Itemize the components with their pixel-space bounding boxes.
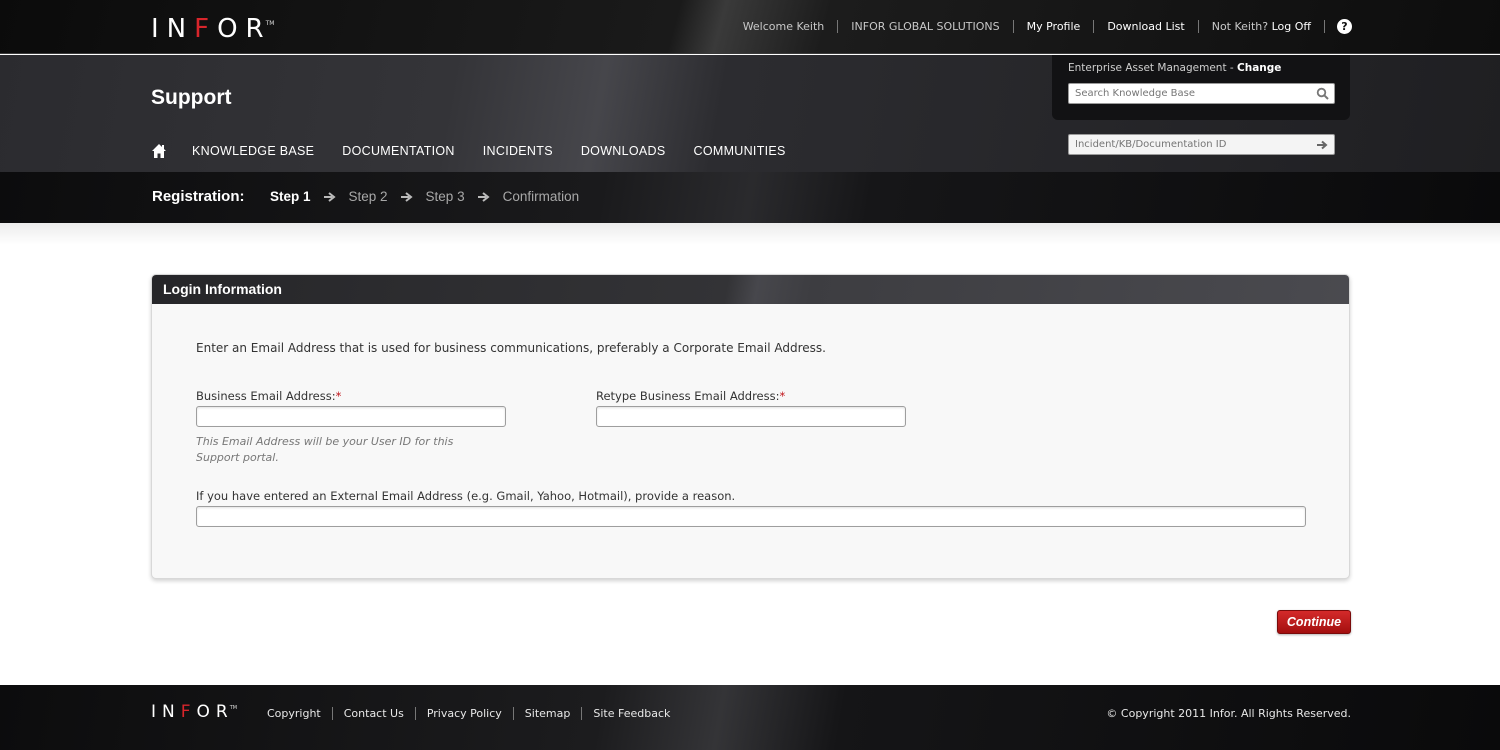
reason-field[interactable] <box>196 506 1306 527</box>
retype-email-label: Retype Business Email Address:* <box>596 389 785 403</box>
step-indicator: Step 1 Step 2 Step 3 Confirmation <box>270 189 579 204</box>
panel-header <box>152 275 1349 304</box>
nav-incidents[interactable]: INCIDENTS <box>483 144 553 158</box>
log-off-group: Not Keith? Log Off <box>1199 19 1325 33</box>
help-icon[interactable]: ? <box>1337 18 1352 34</box>
footer-link-sitemap[interactable]: Sitemap <box>514 707 583 720</box>
step-2: Step 2 <box>348 189 388 204</box>
logo-text-prefix: IN <box>151 14 195 44</box>
product-name: Enterprise Asset Management <box>1068 62 1227 74</box>
product-separator: - <box>1226 62 1238 74</box>
continue-button[interactable]: Continue <box>1277 610 1351 634</box>
email-hint: This Email Address will be your User ID … <box>196 435 454 464</box>
company-link[interactable]: INFOR GLOBAL SOLUTIONS <box>838 19 1014 33</box>
panel-title: Login Information <box>163 281 282 297</box>
trademark-mark: TM <box>229 705 238 711</box>
download-list-link[interactable]: Download List <box>1094 19 1199 33</box>
footer-links: Copyright Contact Us Privacy Policy Site… <box>256 707 681 720</box>
footer-link-copyright[interactable]: Copyright <box>256 707 333 720</box>
nav-documentation[interactable]: DOCUMENTATION <box>342 144 454 158</box>
reason-label: If you have entered an External Email Ad… <box>196 489 736 503</box>
product-selector: Enterprise Asset Management - Change <box>1068 62 1281 74</box>
home-icon[interactable] <box>151 143 167 159</box>
search-icon[interactable] <box>1316 86 1330 100</box>
not-user-text: Not Keith? <box>1211 19 1269 33</box>
page-title: Support <box>151 86 232 109</box>
log-off-link[interactable]: Log Off <box>1272 20 1311 33</box>
arrow-right-icon <box>477 191 490 202</box>
header: Support KNOWLEDGE BASE DOCUMENTATION INC… <box>0 55 1500 172</box>
logo-text-accent: F <box>194 14 218 44</box>
intro-text: Enter an Email Address that is used for … <box>196 341 826 355</box>
required-marker: * <box>335 389 342 403</box>
copyright-text: © Copyright 2011 Infor. All Rights Reser… <box>1106 707 1351 720</box>
retype-email-field[interactable] <box>596 406 906 427</box>
change-product-link[interactable]: Change <box>1237 62 1281 74</box>
top-bar: INFOR TM Welcome Keith INFOR GLOBAL SOLU… <box>0 0 1500 54</box>
required-marker: * <box>779 389 786 403</box>
kb-search-input[interactable] <box>1068 83 1335 104</box>
email-label: Business Email Address:* <box>196 389 341 403</box>
arrow-right-icon[interactable] <box>1315 137 1329 151</box>
trademark-mark: TM <box>265 20 275 27</box>
welcome-text: Welcome Keith <box>730 19 839 33</box>
infor-logo[interactable]: INFOR TM <box>151 14 274 44</box>
email-label-text: Business Email Address: <box>196 389 336 403</box>
footer-logo[interactable]: INFOR TM <box>151 702 237 722</box>
logo-text-prefix: IN <box>151 702 181 722</box>
step-3: Step 3 <box>425 189 465 204</box>
footer: INFOR TM Copyright Contact Us Privacy Po… <box>0 685 1500 750</box>
main-nav: KNOWLEDGE BASE DOCUMENTATION INCIDENTS D… <box>151 143 814 159</box>
email-field[interactable] <box>196 406 506 427</box>
registration-bar: Registration: Step 1 Step 2 Step 3 Confi… <box>0 172 1500 223</box>
footer-link-contact-us[interactable]: Contact Us <box>333 707 416 720</box>
retype-email-label-text: Retype Business Email Address: <box>596 389 780 403</box>
user-nav: Welcome Keith INFOR GLOBAL SOLUTIONS My … <box>730 17 1352 35</box>
nav-communities[interactable]: COMMUNITIES <box>694 144 786 158</box>
step-confirmation: Confirmation <box>502 189 580 204</box>
id-search-input[interactable] <box>1068 134 1335 155</box>
arrow-right-icon <box>323 191 336 202</box>
footer-link-site-feedback[interactable]: Site Feedback <box>582 707 681 720</box>
logo-text-suffix: OR <box>196 702 234 722</box>
search-panel: Enterprise Asset Management - Change <box>1052 55 1350 120</box>
login-information-panel: Login Information Enter an Email Address… <box>151 274 1350 579</box>
divider <box>0 223 1500 245</box>
footer-link-privacy-policy[interactable]: Privacy Policy <box>416 707 514 720</box>
registration-label: Registration: <box>152 188 245 205</box>
nav-knowledge-base[interactable]: KNOWLEDGE BASE <box>192 144 314 158</box>
logo-text-accent: F <box>180 702 197 722</box>
my-profile-link[interactable]: My Profile <box>1014 19 1095 33</box>
logo-text-suffix: OR <box>217 14 272 44</box>
step-1: Step 1 <box>270 189 311 204</box>
nav-downloads[interactable]: DOWNLOADS <box>581 144 666 158</box>
arrow-right-icon <box>400 191 413 202</box>
